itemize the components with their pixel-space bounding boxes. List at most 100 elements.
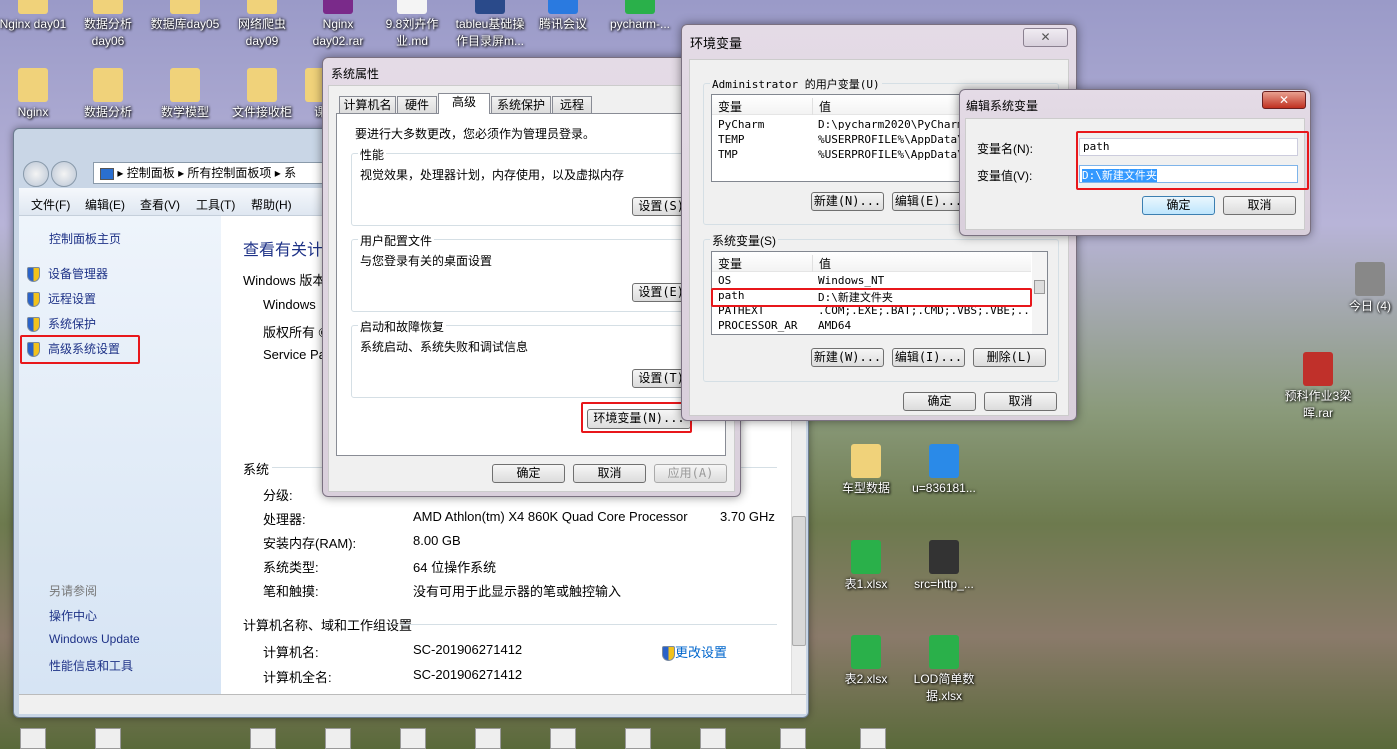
list-row[interactable]: PROCESSOR_AR AMD64 bbox=[712, 319, 1031, 334]
desktop-icon-label: Nginx day02.rar bbox=[312, 17, 364, 48]
tab-1[interactable]: 硬件 bbox=[397, 96, 437, 114]
link-windows-update[interactable]: Windows Update bbox=[49, 632, 140, 646]
column-header-value[interactable]: 值 bbox=[812, 255, 831, 272]
desktop-icon[interactable]: 数据分析 bbox=[71, 68, 145, 121]
desktop-icon[interactable] bbox=[550, 728, 576, 749]
desktop-icon-label: 车型数据 bbox=[841, 481, 890, 495]
close-button[interactable]: ✕ bbox=[1023, 28, 1068, 47]
desktop-icon[interactable]: u=836181... bbox=[907, 444, 981, 497]
desktop-icon[interactable]: src=http_... bbox=[907, 540, 981, 593]
desktop-icon[interactable]: 车型数据 bbox=[829, 444, 903, 497]
column-header-value[interactable]: 值 bbox=[812, 98, 831, 115]
folder-icon bbox=[170, 68, 200, 102]
desktop-icon[interactable]: Nginx day02.rar bbox=[301, 0, 375, 50]
shield-icon bbox=[27, 317, 40, 333]
desktop-icon[interactable]: 预科作业3梁晖.rar bbox=[1281, 352, 1355, 422]
desktop-icon[interactable]: 网络爬虫 day09 bbox=[225, 0, 299, 50]
status-bar bbox=[19, 694, 806, 714]
breadcrumb-item[interactable]: 所有控制面板项 bbox=[187, 166, 271, 180]
ok-button[interactable]: 确定 bbox=[1142, 196, 1215, 215]
folder-icon bbox=[18, 68, 48, 102]
desktop-icon[interactable]: pycharm-... bbox=[603, 0, 677, 33]
column-header-var[interactable]: 变量 bbox=[718, 255, 742, 272]
change-settings-link[interactable]: 更改设置 bbox=[662, 642, 728, 662]
menu-help[interactable]: 帮助(H) bbox=[251, 196, 292, 213]
sidebar-item[interactable]: 设备管理器 bbox=[27, 265, 108, 283]
desktop-icon[interactable] bbox=[325, 728, 351, 749]
desktop-icon[interactable]: LOD简单数据.xlsx bbox=[907, 635, 981, 705]
apply-button[interactable]: 应用(A) bbox=[654, 464, 727, 483]
desktop-icon[interactable]: 数学模型 bbox=[148, 68, 222, 121]
sidebar-item[interactable]: 系统保护 bbox=[27, 315, 96, 333]
cpu-speed: 3.70 GHz bbox=[720, 509, 775, 524]
desktop-icon[interactable]: 表2.xlsx bbox=[829, 635, 903, 688]
sidebar-item-label: 远程设置 bbox=[48, 292, 97, 306]
desktop-icon[interactable]: 表1.xlsx bbox=[829, 540, 903, 593]
menu-edit[interactable]: 编辑(E) bbox=[85, 196, 125, 213]
settings-group: 性能 视觉效果，处理器计划，内存使用，以及虚拟内存 设置(S)... bbox=[351, 146, 731, 226]
sidebar-item[interactable]: 远程设置 bbox=[27, 290, 97, 308]
desktop-icon[interactable]: Nginx day01 bbox=[0, 0, 70, 33]
scroll-thumb[interactable] bbox=[792, 516, 806, 646]
list-row[interactable]: OS Windows_NT bbox=[712, 274, 1031, 289]
breadcrumb-item[interactable]: 控制面板 bbox=[127, 166, 175, 180]
dialog-title: 编辑系统变量 bbox=[966, 99, 1039, 113]
desktop-icon[interactable]: Nginx bbox=[0, 68, 70, 121]
breadcrumb-item[interactable]: 系 bbox=[284, 166, 296, 180]
file-icon bbox=[397, 0, 427, 14]
desktop-icon[interactable] bbox=[860, 728, 886, 749]
list-scrollbar[interactable] bbox=[1032, 252, 1047, 334]
cancel-button[interactable]: 取消 bbox=[984, 392, 1057, 411]
desktop-icon[interactable] bbox=[400, 728, 426, 749]
address-bar[interactable]: ▸ 控制面板 ▸ 所有控制面板项 ▸ 系 bbox=[93, 162, 333, 184]
cancel-button[interactable]: 取消 bbox=[1223, 196, 1296, 215]
tab-0[interactable]: 计算机名 bbox=[339, 96, 396, 114]
tab-3[interactable]: 系统保护 bbox=[491, 96, 551, 114]
forward-button[interactable] bbox=[51, 161, 77, 187]
file-icon bbox=[851, 444, 881, 478]
user-edit-button[interactable]: 编辑(E)... bbox=[892, 192, 965, 211]
desktop-icon[interactable]: 9.8刘卉作业.md bbox=[375, 0, 449, 50]
menu-tools[interactable]: 工具(T) bbox=[196, 196, 235, 213]
system-new-button[interactable]: 新建(W)... bbox=[811, 348, 884, 367]
variable-value-label: 变量值(V): bbox=[977, 169, 1033, 183]
group-title: Administrator 的用户变量(U) bbox=[710, 76, 882, 92]
user-new-button[interactable]: 新建(N)... bbox=[811, 192, 884, 211]
close-button[interactable]: ✕ bbox=[1262, 91, 1306, 109]
column-header-var[interactable]: 变量 bbox=[718, 98, 742, 115]
desktop-icon[interactable] bbox=[780, 728, 806, 749]
copyright: 版权所有 © bbox=[263, 325, 329, 340]
desktop-icon[interactable]: 数据库day05 bbox=[148, 0, 222, 33]
desktop-icon[interactable] bbox=[95, 728, 121, 749]
system-delete-button[interactable]: 删除(L) bbox=[973, 348, 1046, 367]
menu-file[interactable]: 文件(F) bbox=[31, 196, 70, 213]
desktop-icon[interactable] bbox=[20, 728, 46, 749]
ok-button[interactable]: 确定 bbox=[903, 392, 976, 411]
desktop-icon-label: 网络爬虫 day09 bbox=[237, 17, 286, 48]
tab-4[interactable]: 远程 bbox=[552, 96, 592, 114]
desktop-icon-label: 今日 (4) bbox=[1348, 299, 1391, 313]
menu-view[interactable]: 查看(V) bbox=[140, 196, 180, 213]
desktop-icon[interactable] bbox=[250, 728, 276, 749]
desktop-icon[interactable] bbox=[475, 728, 501, 749]
scroll-thumb[interactable] bbox=[1034, 280, 1045, 294]
highlight-advanced-settings bbox=[20, 335, 140, 364]
tab-2[interactable]: 高级 bbox=[438, 93, 490, 114]
cp-home-link[interactable]: 控制面板主页 bbox=[49, 230, 121, 247]
desktop-icon[interactable]: tableu基础操作目录屏m... bbox=[453, 0, 527, 50]
change-settings-label: 更改设置 bbox=[675, 645, 728, 660]
link-performance[interactable]: 性能信息和工具 bbox=[49, 657, 133, 674]
cancel-button[interactable]: 取消 bbox=[573, 464, 646, 483]
desktop-icon[interactable]: 腾讯会议 bbox=[526, 0, 600, 33]
desktop-icon[interactable] bbox=[700, 728, 726, 749]
close-icon: ✕ bbox=[1278, 93, 1290, 107]
desktop-icon[interactable]: 今日 (4) bbox=[1333, 262, 1397, 315]
desktop-icon[interactable]: 数据分析 day06 bbox=[71, 0, 145, 50]
service-pack: Service Pa bbox=[263, 347, 326, 362]
desktop-icon[interactable] bbox=[625, 728, 651, 749]
back-button[interactable] bbox=[23, 161, 49, 187]
link-action-center[interactable]: 操作中心 bbox=[49, 607, 97, 624]
system-edit-button[interactable]: 编辑(I)... bbox=[892, 348, 965, 367]
file-icon bbox=[625, 0, 655, 14]
ok-button[interactable]: 确定 bbox=[492, 464, 565, 483]
